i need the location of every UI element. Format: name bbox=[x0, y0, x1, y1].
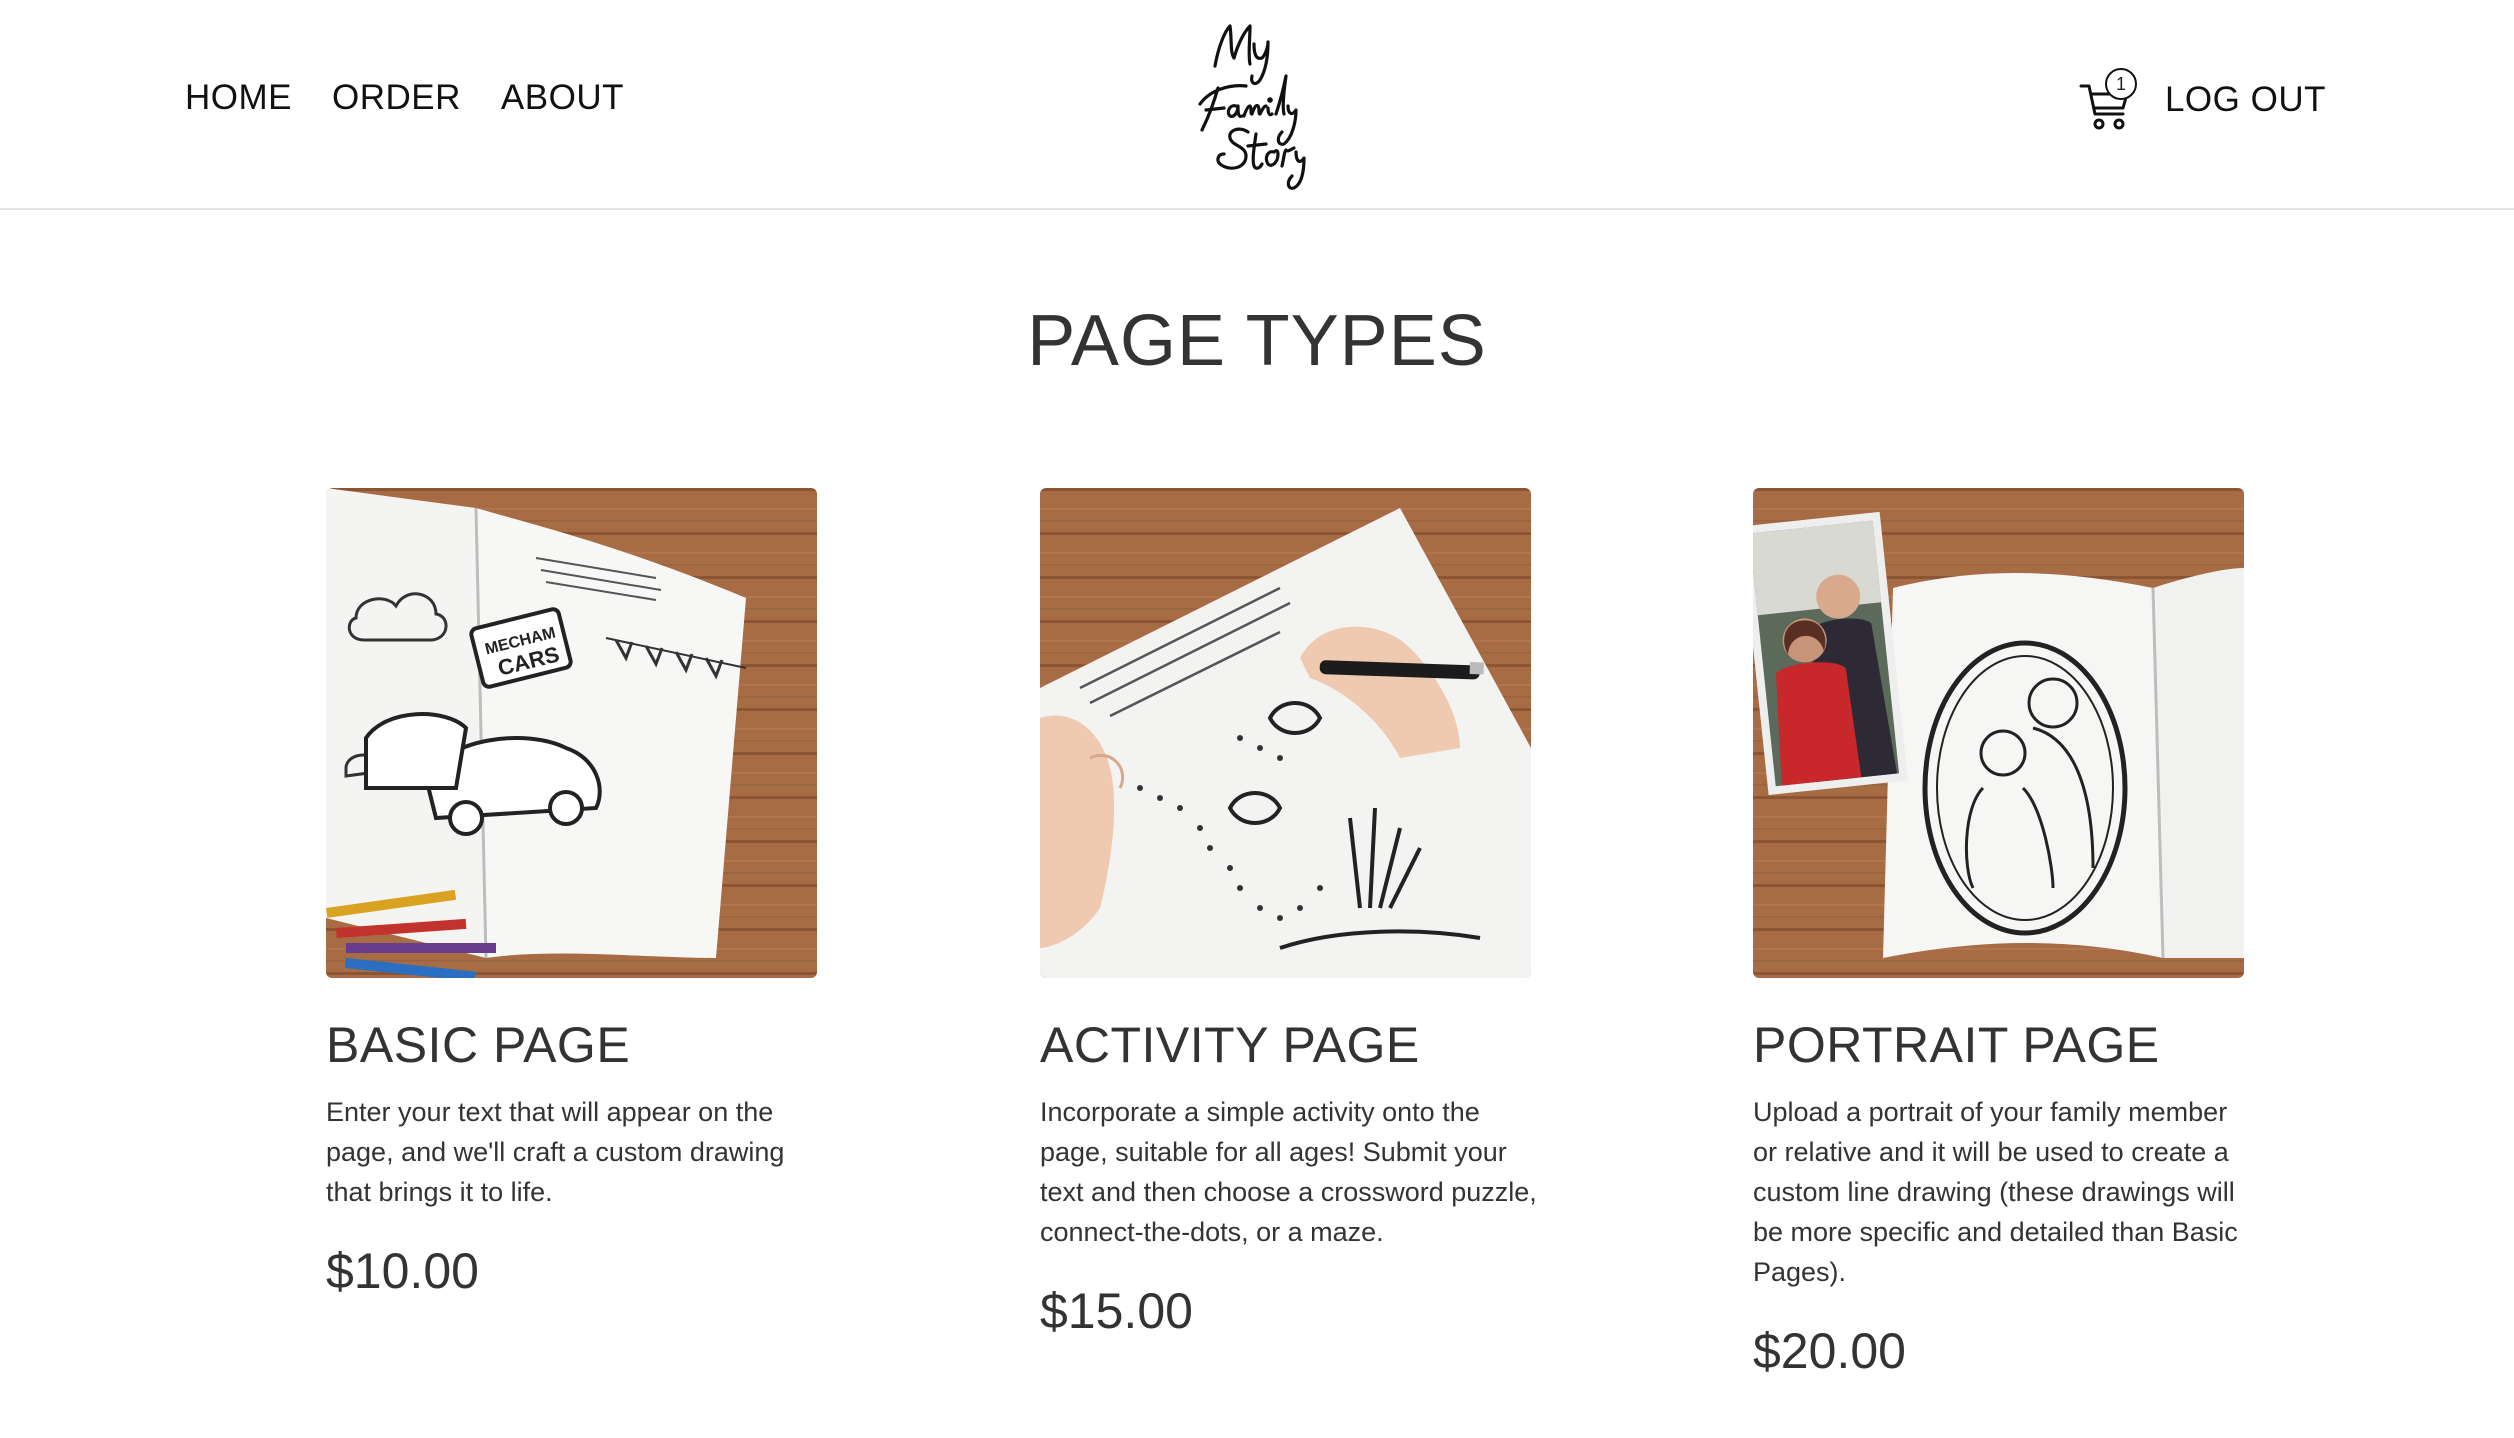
card-price: $15.00 bbox=[1040, 1283, 1193, 1339]
nav-home-link[interactable]: HOME bbox=[185, 78, 292, 118]
card-description: Upload a portrait of your family member … bbox=[1753, 1097, 2238, 1287]
site-header: HOME ORDER ABOUT 1 LOG OUT bbox=[0, 0, 2514, 210]
nav-about-link[interactable]: ABOUT bbox=[501, 78, 624, 118]
portrait-page-image[interactable] bbox=[1753, 488, 2244, 978]
cart-count-badge: 1 bbox=[2104, 68, 2137, 100]
logout-link[interactable]: LOG OUT bbox=[2165, 80, 2326, 120]
card-title: ACTIVITY PAGE bbox=[1040, 1017, 1420, 1073]
basic-page-image[interactable]: MECHAM CARS bbox=[326, 488, 817, 978]
card-price: $10.00 bbox=[326, 1243, 479, 1299]
nav-order-link[interactable]: ORDER bbox=[332, 78, 461, 118]
page-type-card-portrait: PORTRAIT PAGE Upload a portrait of your … bbox=[1753, 488, 2253, 1380]
user-nav: 1 LOG OUT bbox=[2079, 68, 2326, 130]
card-title: BASIC PAGE bbox=[326, 1017, 631, 1073]
my-family-story-logo[interactable] bbox=[1180, 14, 1340, 194]
card-price: $20.00 bbox=[1753, 1323, 1906, 1379]
card-title: PORTRAIT PAGE bbox=[1753, 1017, 2160, 1073]
page-title: PAGE TYPES bbox=[1027, 301, 1487, 381]
card-description: Incorporate a simple activity onto the p… bbox=[1040, 1097, 1537, 1247]
page-type-card-activity: ACTIVITY PAGE Incorporate a simple activ… bbox=[1040, 488, 1540, 1340]
main-nav: HOME ORDER ABOUT bbox=[185, 78, 624, 118]
card-description: Enter your text that will appear on the … bbox=[326, 1097, 785, 1207]
activity-page-image[interactable] bbox=[1040, 488, 1531, 978]
page-type-card-basic: MECHAM CARS BASIC PAGE Enter your text t… bbox=[326, 488, 826, 1300]
cart-button[interactable]: 1 bbox=[2079, 68, 2137, 130]
